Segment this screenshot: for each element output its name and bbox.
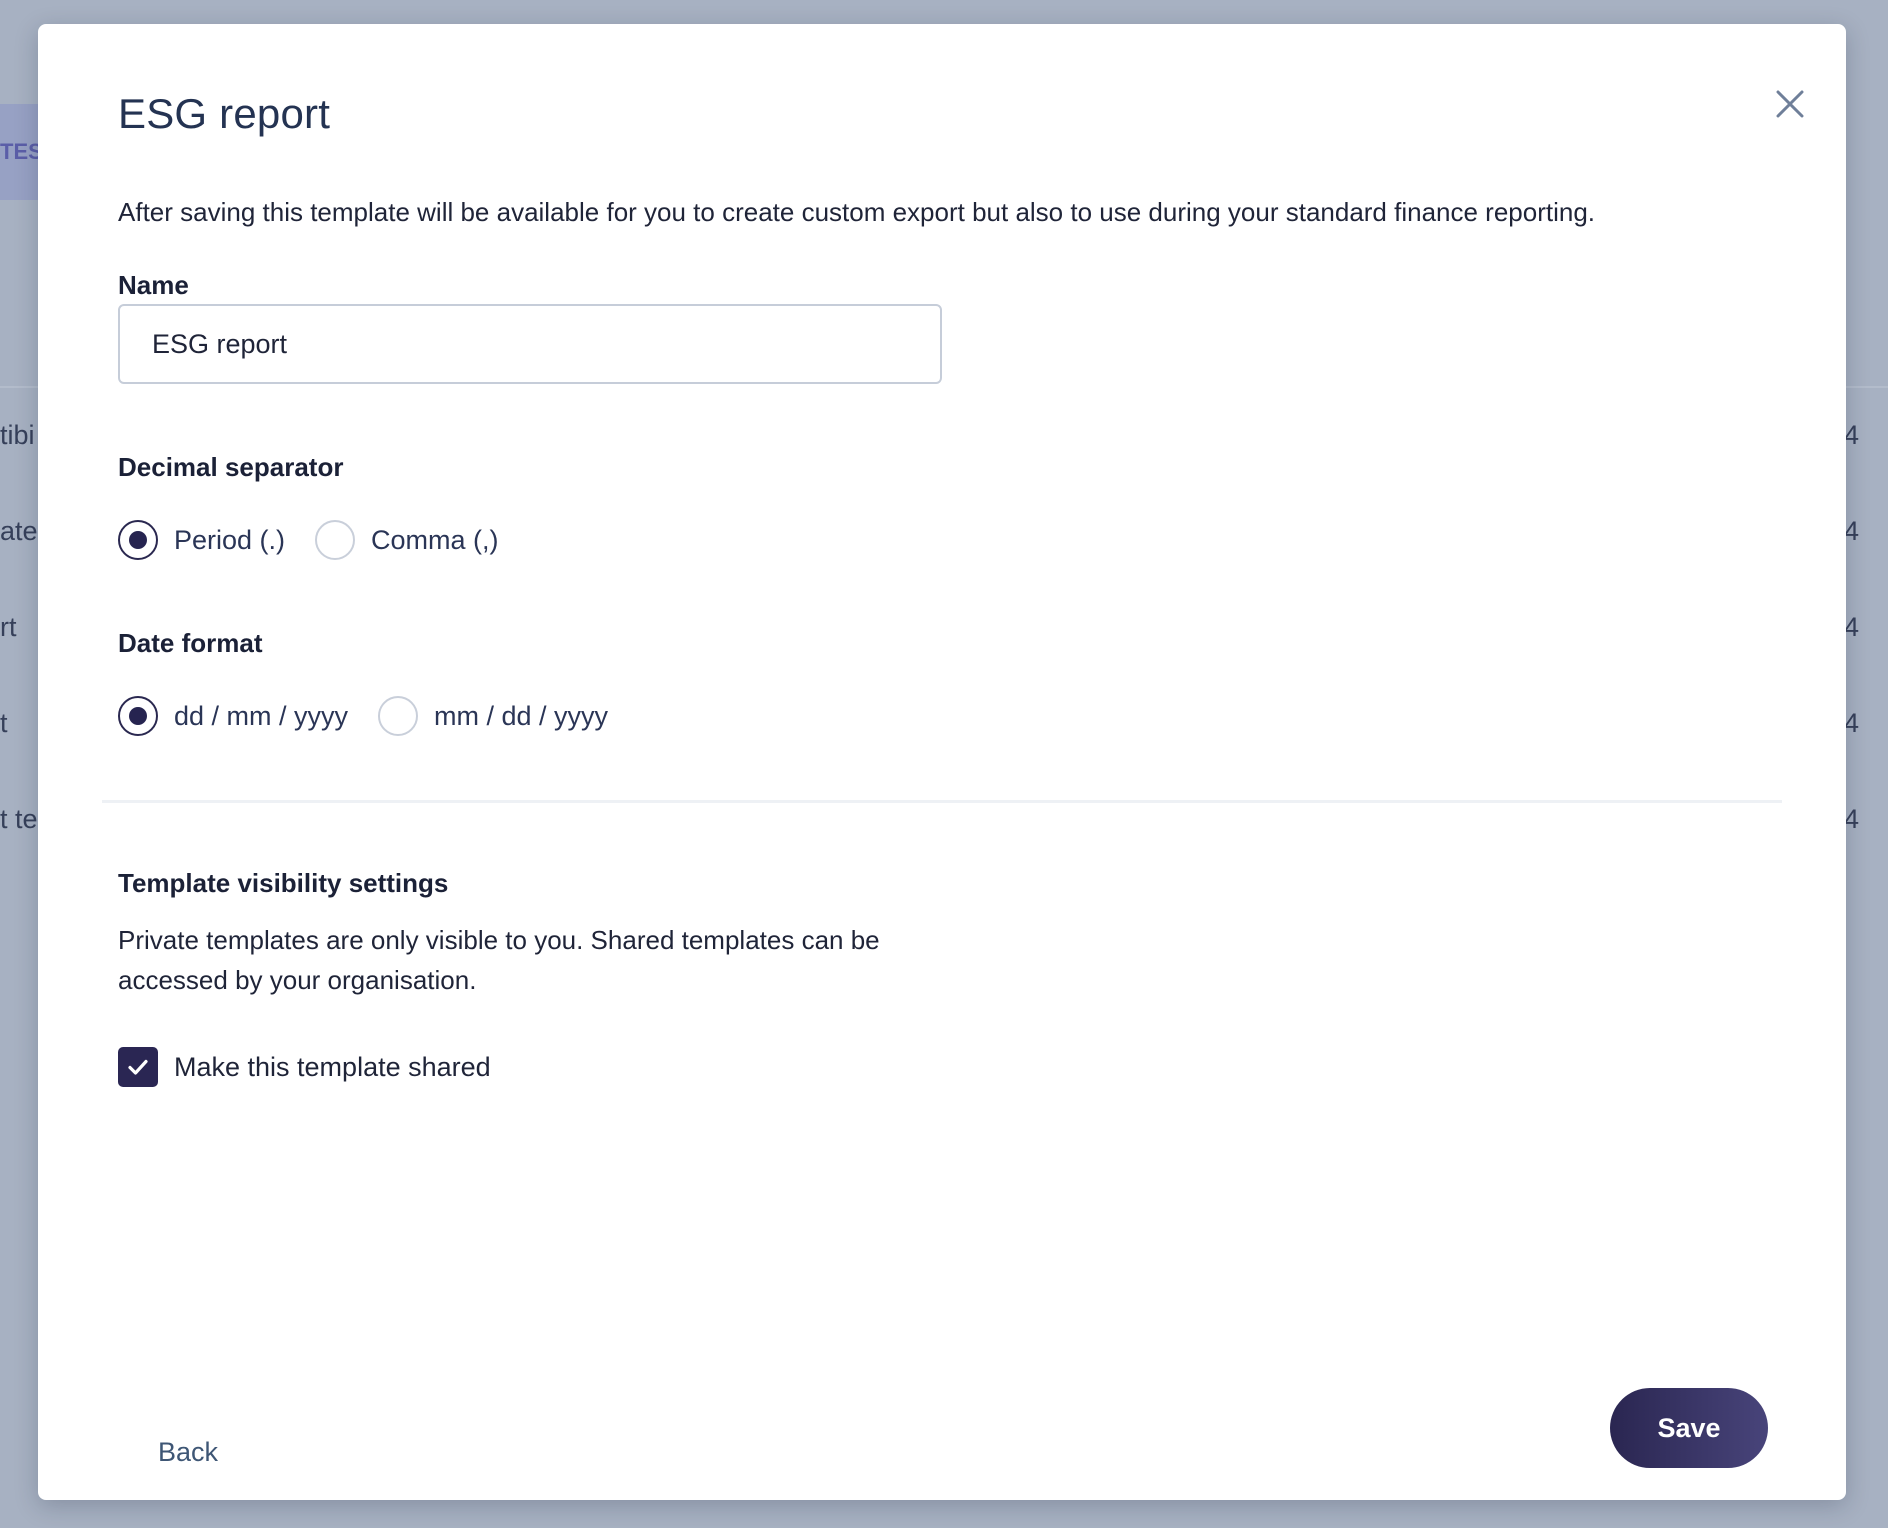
radio-period-label: Period (.) [174, 524, 286, 555]
modal-description: After saving this template will be avail… [118, 197, 1596, 227]
section-divider [102, 800, 1782, 803]
radio-button-selected[interactable] [118, 520, 158, 560]
background-row-text: ate [0, 516, 38, 546]
name-label: Name [118, 270, 189, 300]
save-button[interactable]: Save [1610, 1388, 1768, 1468]
decimal-separator-label: Decimal separator [118, 452, 344, 482]
back-button[interactable]: Back [146, 1424, 230, 1480]
background-row-text: t te [0, 804, 38, 834]
radio-dot [129, 707, 147, 725]
background-tab-fragment: TES [0, 104, 38, 200]
visibility-heading: Template visibility settings [118, 868, 449, 898]
radio-button[interactable] [378, 696, 419, 736]
checkmark-icon [128, 1059, 148, 1075]
background-row-value: 4 [1844, 516, 1860, 546]
shared-checkbox-label: Make this template shared [174, 1051, 491, 1082]
radio-button[interactable] [315, 520, 356, 560]
background-row-value: 4 [1844, 804, 1860, 834]
background-row-value: 4 [1844, 612, 1860, 642]
date-format-label: Date format [118, 628, 263, 658]
radio-mm-dd-yyyy[interactable]: mm / dd / yyyy [378, 696, 608, 736]
background-row-text: t [0, 708, 8, 738]
date-format-group: dd / mm / yyyy mm / dd / yyyy [118, 694, 638, 738]
name-input[interactable] [118, 304, 942, 384]
radio-comma[interactable]: Comma (,) [315, 520, 499, 560]
background-row-value: 4 [1844, 420, 1860, 450]
background-row-text: rt [0, 612, 17, 642]
shared-checkbox-row[interactable]: Make this template shared [118, 1047, 491, 1087]
close-icon [1776, 90, 1804, 118]
radio-mm-dd-yyyy-label: mm / dd / yyyy [434, 700, 609, 731]
radio-dd-mm-yyyy-label: dd / mm / yyyy [174, 700, 349, 731]
close-button[interactable] [1762, 76, 1818, 132]
background-row-text: tibi [0, 420, 35, 450]
radio-dot [129, 531, 147, 549]
decimal-separator-group: Period (.) Comma (,) [118, 518, 529, 562]
radio-button-selected[interactable] [118, 696, 158, 736]
shared-checkbox[interactable] [118, 1047, 158, 1087]
radio-dd-mm-yyyy[interactable]: dd / mm / yyyy [118, 696, 348, 736]
template-modal: ESG report After saving this template wi… [38, 24, 1846, 1500]
modal-title: ESG report [118, 90, 331, 137]
visibility-description: Private templates are only visible to yo… [118, 925, 880, 995]
radio-comma-label: Comma (,) [371, 524, 499, 555]
background-row-value: 4 [1844, 708, 1860, 738]
radio-period[interactable]: Period (.) [118, 520, 285, 560]
